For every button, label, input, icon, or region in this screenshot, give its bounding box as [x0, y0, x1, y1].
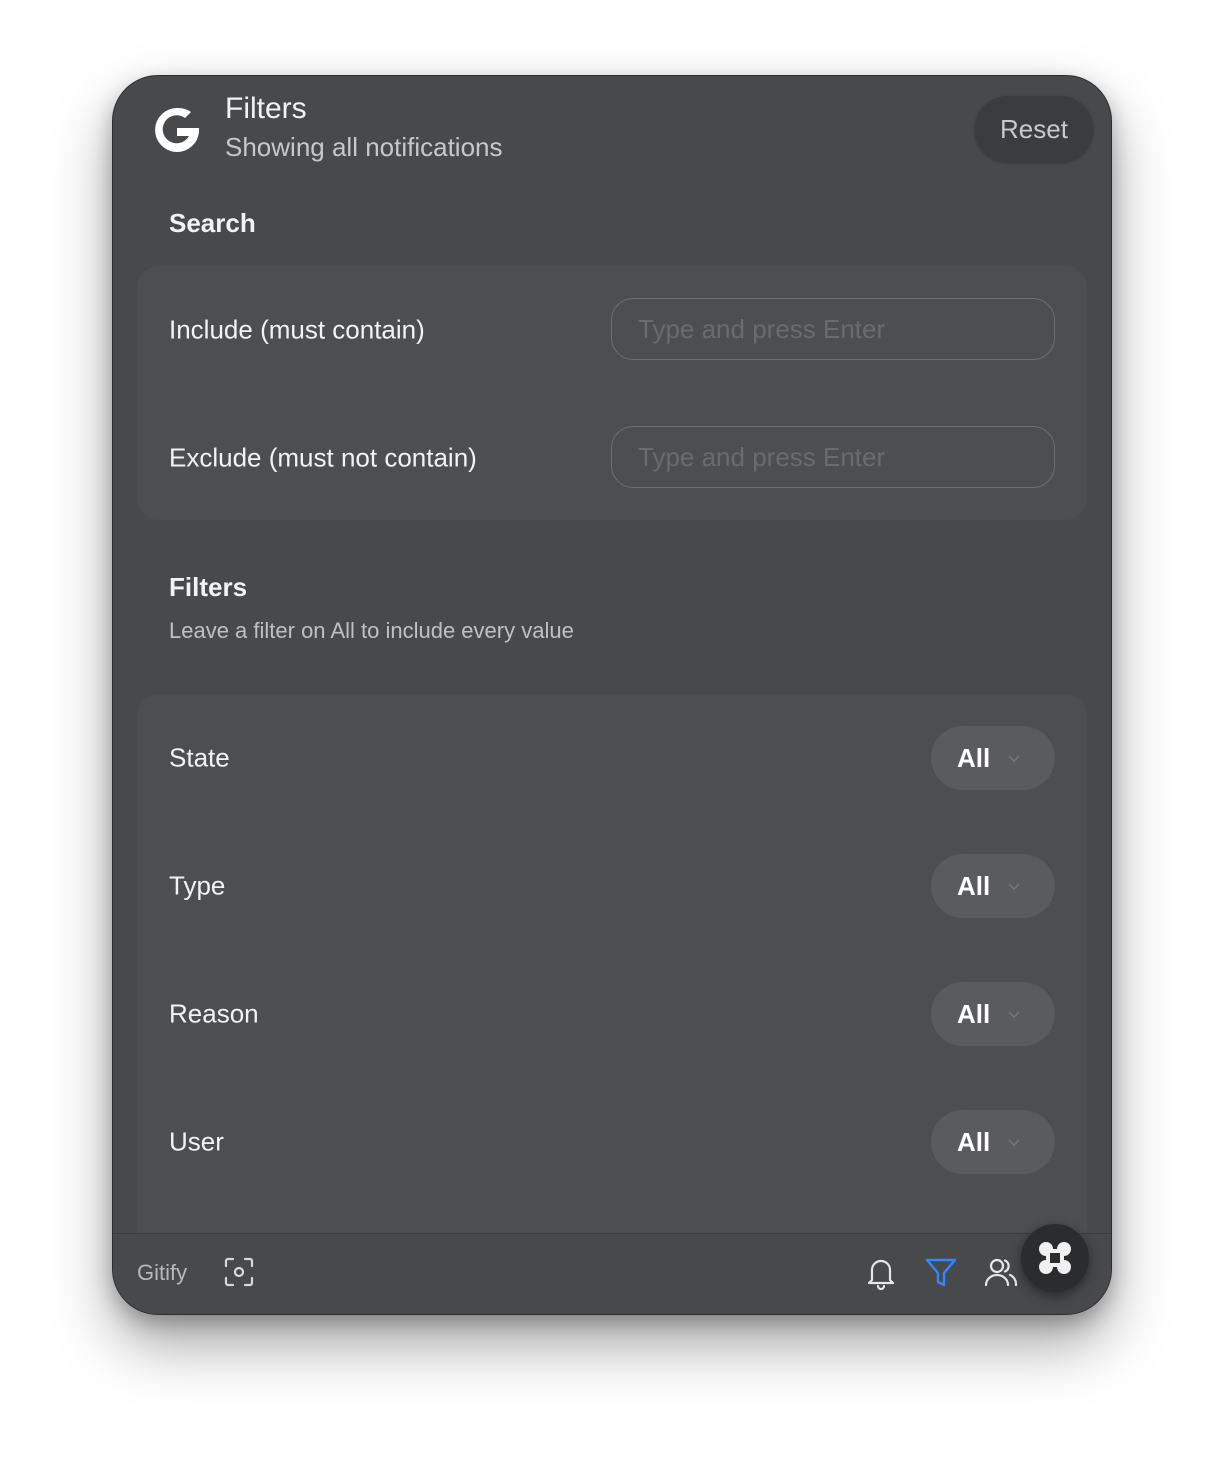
footer: Gitify [113, 1233, 1111, 1314]
page-subtitle: Showing all notifications [225, 132, 503, 162]
page-title: Filters [225, 92, 307, 125]
filter-label-state: State [169, 742, 230, 773]
search-card: Include (must contain) Exclude (must not… [137, 266, 1087, 520]
exclude-row: Exclude (must not contain) [137, 426, 1087, 490]
state-select[interactable]: All [931, 726, 1055, 790]
screenshot-icon[interactable] [221, 1254, 257, 1290]
chevron-down-icon [1008, 1139, 1020, 1147]
footer-brand[interactable]: Gitify [137, 1260, 187, 1286]
reset-button[interactable]: Reset [975, 96, 1093, 162]
command-icon [1039, 1242, 1071, 1274]
filter-row-user: User All [137, 1110, 1087, 1174]
user-select[interactable]: All [931, 1110, 1055, 1174]
users-icon[interactable] [983, 1254, 1019, 1290]
gitify-logo-icon [155, 107, 199, 152]
filters-card: State All Type All Reason All User All [137, 694, 1087, 1254]
exclude-label: Exclude (must not contain) [169, 442, 477, 473]
filter-label-reason: Reason [169, 998, 259, 1029]
filter-row-reason: Reason All [137, 982, 1087, 1046]
chevron-down-icon [1008, 755, 1020, 763]
command-button[interactable] [1021, 1224, 1089, 1292]
exclude-input[interactable] [611, 426, 1055, 488]
filter-label-user: User [169, 1126, 224, 1157]
include-row: Include (must contain) [137, 298, 1087, 362]
reason-select-value: All [957, 998, 991, 1029]
search-heading: Search [169, 208, 256, 238]
chevron-down-icon [1008, 1011, 1020, 1019]
filters-subheading: Leave a filter on All to include every v… [169, 618, 574, 643]
filter-row-type: Type All [137, 854, 1087, 918]
filter-row-state: State All [137, 726, 1087, 790]
reason-select[interactable]: All [931, 982, 1055, 1046]
filters-heading: Filters [169, 572, 248, 602]
type-select[interactable]: All [931, 854, 1055, 918]
filter-icon[interactable] [923, 1254, 959, 1290]
filters-window: Filters Showing all notifications Reset … [112, 75, 1112, 1315]
filter-label-type: Type [169, 870, 226, 901]
include-input[interactable] [611, 298, 1055, 360]
user-select-value: All [957, 1126, 991, 1157]
include-label: Include (must contain) [169, 314, 425, 345]
chevron-down-icon [1008, 883, 1020, 891]
header: Filters Showing all notifications Reset [113, 76, 1111, 196]
state-select-value: All [957, 742, 991, 773]
type-select-value: All [957, 870, 991, 901]
bell-icon[interactable] [863, 1254, 899, 1290]
